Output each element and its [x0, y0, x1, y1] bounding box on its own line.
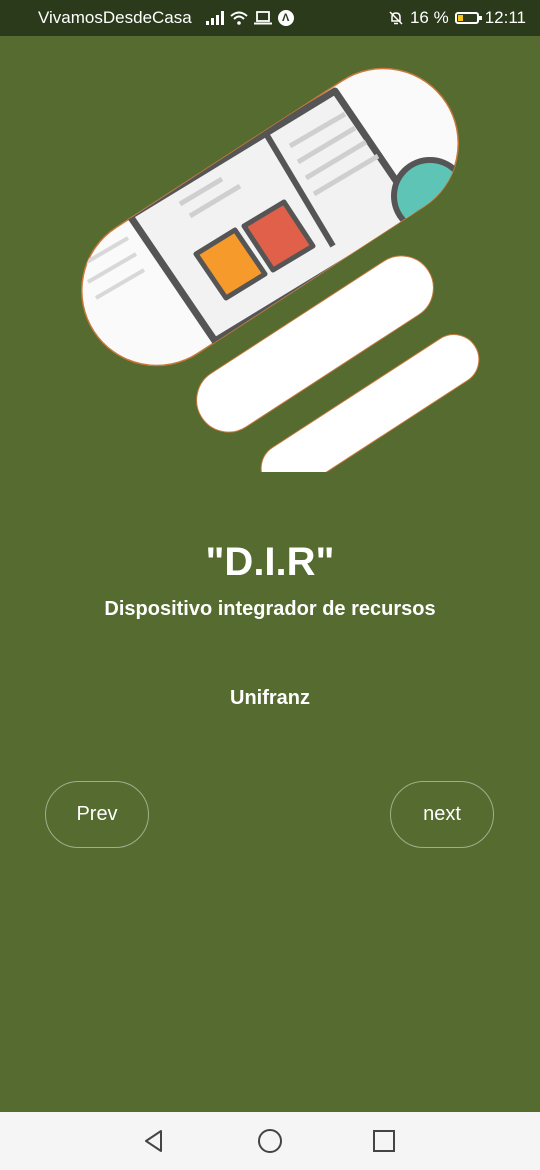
clock: 12:11	[484, 8, 526, 27]
app-a-icon: Λ	[277, 10, 294, 26]
mute-icon	[389, 11, 403, 25]
app-subtitle: Dispositivo integrador de recursos	[104, 598, 436, 620]
next-button[interactable]: next	[390, 781, 494, 848]
battery-icon	[454, 12, 482, 24]
back-icon[interactable]	[139, 1126, 169, 1156]
signal-icon	[205, 11, 224, 25]
status-bar: VivamosDesdeCasa Λ 16 % 12:11	[0, 0, 540, 36]
navigation-bar	[0, 1112, 540, 1170]
prev-button[interactable]: Prev	[45, 781, 149, 848]
organization-name: Unifranz	[230, 687, 310, 709]
home-icon[interactable]	[255, 1126, 285, 1156]
wifi-icon	[230, 11, 248, 25]
hero-illustration	[0, 67, 540, 486]
laptop-icon	[253, 11, 272, 25]
battery-percent: 16 %	[409, 8, 449, 27]
recents-icon[interactable]	[369, 1126, 399, 1156]
carrier-name: VivamosDesdeCasa	[38, 8, 192, 27]
app-title: "D.I.R"	[205, 540, 335, 584]
